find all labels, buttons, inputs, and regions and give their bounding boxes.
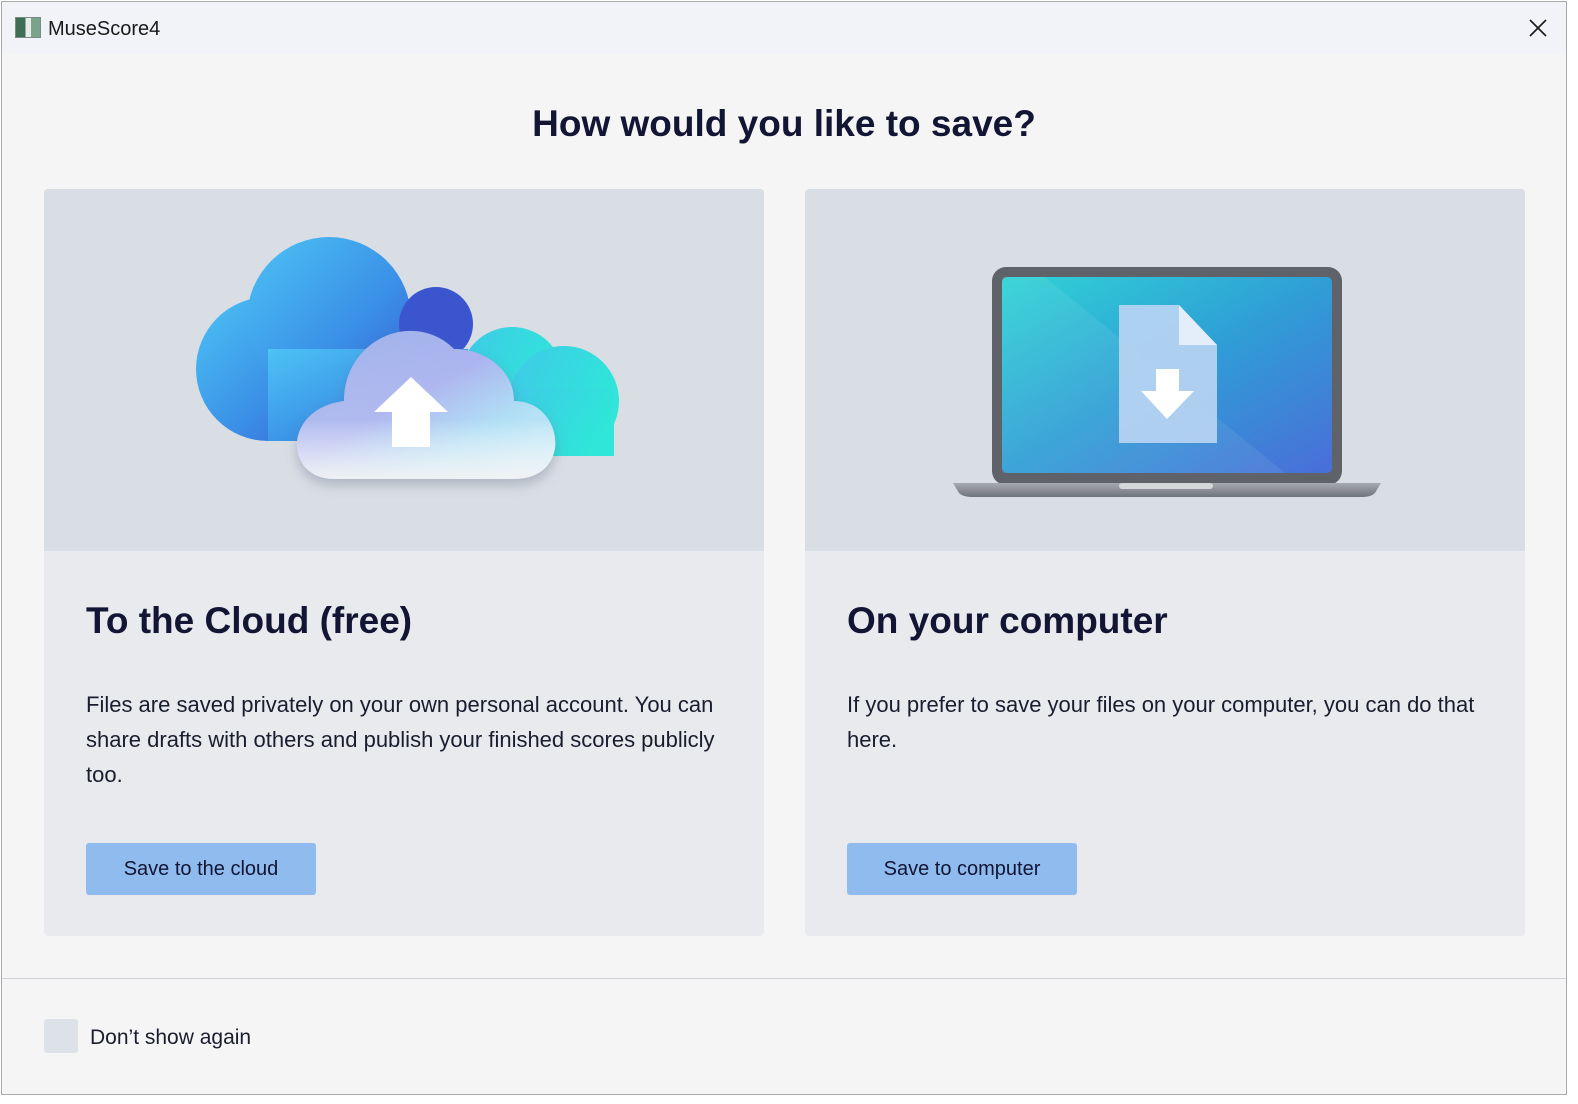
cloud-option-title: To the Cloud (free) <box>86 600 413 641</box>
cloud-option-description: Files are saved privately on your own pe… <box>86 692 715 787</box>
title-bar: MuseScore4 <box>2 2 1566 54</box>
dialog-heading: How would you like to save? <box>532 103 1036 144</box>
close-button[interactable] <box>1510 2 1566 54</box>
cloud-illustration-panel <box>44 189 764 551</box>
footer-divider <box>2 978 1566 979</box>
musescore-app-icon <box>15 17 41 38</box>
close-icon <box>1529 19 1547 37</box>
computer-option-description: If you prefer to save your files on your… <box>847 692 1475 752</box>
computer-option-title: On your computer <box>847 600 1168 641</box>
dont-show-again-label[interactable]: Don’t show again <box>90 1025 251 1051</box>
cloud-upload-illustration <box>196 237 619 479</box>
dont-show-again-checkbox[interactable] <box>44 1019 78 1053</box>
save-dialog-window: MuseScore4 How would you like to save? T… <box>1 1 1567 1095</box>
computer-option-card: On your computer If you prefer to save y… <box>805 189 1525 936</box>
save-to-cloud-button[interactable]: Save to the cloud <box>86 843 316 895</box>
laptop-download-illustration <box>953 267 1381 497</box>
window-title: MuseScore4 <box>48 18 161 40</box>
computer-illustration-panel <box>805 189 1525 551</box>
cloud-option-card: To the Cloud (free) Files are saved priv… <box>44 189 764 936</box>
save-to-computer-button[interactable]: Save to computer <box>847 843 1077 895</box>
